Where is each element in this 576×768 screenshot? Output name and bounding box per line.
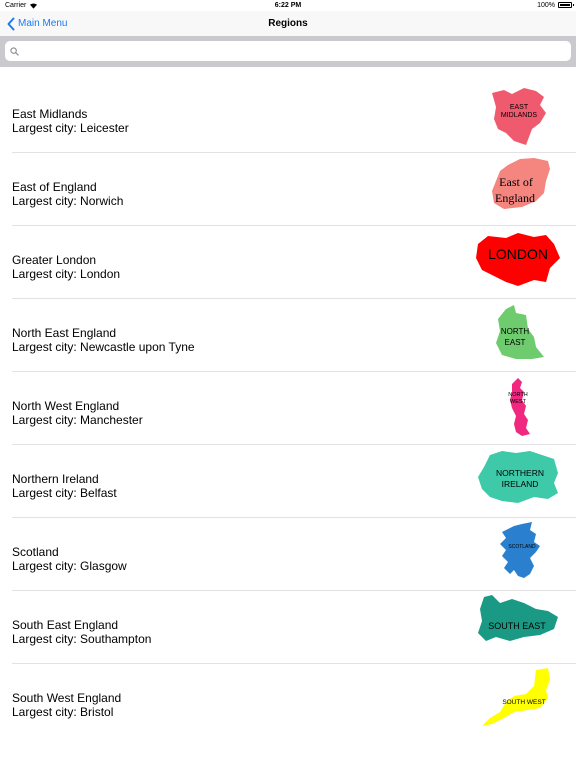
region-row-northern-ireland[interactable]: Northern Ireland Largest city: Belfast N… (0, 444, 576, 517)
map-label-line-1: East of (499, 175, 533, 189)
map-label-line-2: WEST (510, 399, 527, 405)
region-largest-city: Largest city: Manchester (12, 413, 143, 427)
south-west-england-map: SOUTH WEST (482, 668, 550, 726)
map-label-line-2: England (495, 191, 535, 205)
region-largest-city: Largest city: Leicester (12, 121, 129, 135)
region-row-greater-london[interactable]: Greater London Largest city: London LOND… (0, 225, 576, 298)
region-row-south-east-england[interactable]: South East England Largest city: Southam… (0, 590, 576, 663)
map-label: SOUTH WEST (502, 699, 545, 706)
greater-london-map: LONDON (476, 233, 560, 286)
regions-list: East Midlands Largest city: Leicester EA… (0, 67, 576, 736)
search-bar (0, 36, 576, 67)
region-text: East Midlands Largest city: Leicester (12, 107, 129, 135)
region-name: South West England (12, 691, 122, 705)
north-west-england-map: NORTH WEST (508, 378, 530, 436)
region-text: South East England Largest city: Southam… (12, 618, 151, 646)
region-largest-city: Largest city: Southampton (12, 632, 152, 646)
region-name: Greater London (12, 253, 97, 267)
map-label: SOUTH EAST (488, 621, 546, 631)
region-text: East of England Largest city: Norwich (12, 180, 123, 208)
region-text: Scotland Largest city: Glasgow (12, 545, 127, 573)
east-midlands-map: EAST MIDLANDS (492, 88, 546, 145)
region-row-east-of-england[interactable]: East of England Largest city: Norwich Ea… (0, 152, 576, 225)
northern-ireland-map: NORTHERN IRELAND (478, 451, 558, 503)
map-label-line-2: EAST (505, 338, 526, 347)
region-name: South East England (12, 618, 119, 632)
chevron-left-icon (7, 17, 15, 30)
map-label-line-2: IRELAND (502, 479, 539, 489)
region-name: Northern Ireland (12, 472, 99, 486)
map-label: LONDON (488, 246, 548, 262)
region-name: Scotland (12, 545, 59, 559)
status-bar: Carrier 6:22 PM 100% (0, 0, 576, 11)
search-input[interactable] (5, 41, 571, 61)
region-largest-city: Largest city: Belfast (12, 486, 117, 500)
back-button[interactable]: Main Menu (6, 15, 67, 32)
battery-icon (558, 2, 574, 8)
east-of-england-map: East of England (492, 158, 550, 209)
region-row-north-east-england[interactable]: North East England Largest city: Newcast… (0, 298, 576, 371)
map-label: SCOTLAND (508, 544, 536, 550)
region-name: North West England (12, 399, 120, 413)
region-largest-city: Largest city: London (12, 267, 121, 281)
south-east-england-map: SOUTH EAST (478, 595, 558, 641)
region-row-south-west-england[interactable]: South West England Largest city: Bristol… (0, 663, 576, 736)
region-row-scotland[interactable]: Scotland Largest city: Glasgow SCOTLAND (0, 517, 576, 590)
region-text: South West England Largest city: Bristol (12, 691, 121, 719)
region-row-east-midlands[interactable]: East Midlands Largest city: Leicester EA… (0, 67, 576, 152)
region-name: East Midlands (12, 107, 88, 121)
region-text: North West England Largest city: Manches… (12, 399, 143, 427)
region-text: Greater London Largest city: London (12, 253, 120, 281)
region-largest-city: Largest city: Norwich (12, 194, 124, 208)
map-label-line-1: EAST (510, 104, 529, 111)
page-title: Regions (268, 18, 308, 29)
region-text: Northern Ireland Largest city: Belfast (12, 472, 117, 500)
region-largest-city: Largest city: Glasgow (12, 559, 127, 573)
region-largest-city: Largest city: Bristol (12, 705, 114, 719)
clock: 6:22 PM (274, 2, 302, 9)
scotland-map: SCOTLAND (500, 522, 540, 578)
region-name: East of England (12, 180, 97, 194)
map-label-line-1: NORTH (508, 392, 527, 398)
back-button-label: Main Menu (18, 18, 68, 29)
region-largest-city: Largest city: Newcastle upon Tyne (12, 340, 195, 354)
map-label-line-1: NORTH (501, 327, 530, 336)
map-label-line-1: NORTHERN (496, 468, 544, 478)
map-label-line-2: MIDLANDS (501, 112, 538, 119)
battery-percentage: 100% (537, 2, 555, 9)
region-text: North East England Largest city: Newcast… (12, 326, 195, 354)
north-east-england-map: NORTH EAST (496, 305, 544, 359)
navigation-bar: Regions Main Menu (0, 11, 576, 36)
region-name: North East England (12, 326, 117, 340)
region-row-north-west-england[interactable]: North West England Largest city: Manches… (0, 371, 576, 444)
search-icon (10, 47, 19, 56)
